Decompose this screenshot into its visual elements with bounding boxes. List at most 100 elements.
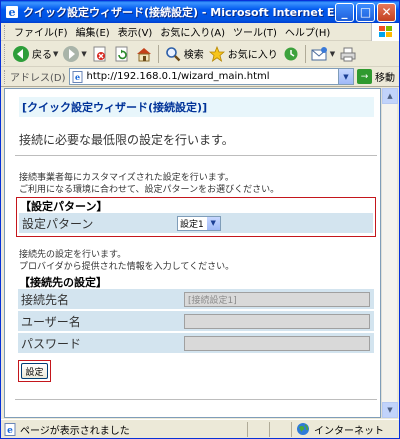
favorites-button[interactable]: お気に入り	[206, 43, 280, 65]
minimize-button[interactable]: _	[335, 2, 354, 22]
search-icon	[164, 45, 182, 63]
print-button[interactable]	[337, 43, 359, 65]
print-icon	[339, 45, 357, 63]
close-icon: ✕	[381, 5, 392, 19]
menu-bar: ファイル(F) 編集(E) 表示(V) お気に入り(A) ツール(T) ヘルプ(…	[1, 22, 399, 41]
ie-icon: e	[6, 6, 18, 19]
username-label: ユーザー名	[21, 314, 81, 329]
password-field[interactable]	[184, 335, 370, 351]
menubar-grip[interactable]	[4, 24, 7, 39]
mail-icon	[311, 45, 329, 63]
back-dropdown-icon[interactable]: ▼	[53, 50, 58, 58]
history-icon	[282, 45, 300, 63]
page-icon: e	[72, 70, 83, 83]
menu-edit[interactable]: 編集(E)	[72, 24, 114, 39]
divider-bottom	[15, 399, 377, 400]
pattern-select[interactable]: 設定1 ▼	[177, 215, 221, 231]
svg-text:e: e	[74, 72, 79, 82]
menu-favorites[interactable]: お気に入り(A)	[156, 24, 229, 39]
minimize-icon: _	[341, 5, 348, 19]
address-dropdown-icon[interactable]: ▼	[338, 69, 353, 84]
form-row-password: パスワード	[18, 333, 374, 353]
status-cell-2	[269, 421, 291, 437]
pattern-label: 設定パターン	[22, 216, 94, 231]
menu-view[interactable]: 表示(V)	[114, 24, 157, 39]
pattern-description: 接続事業者毎にカスタマイズされた設定を行います。 ご利用になる環境に合わせて、設…	[19, 172, 279, 196]
page-content: [クイック設定ウィザード(接続設定)] 接続に必要な最低限の設定を行います。 接…	[4, 88, 381, 418]
addressbar-grip[interactable]	[4, 69, 7, 84]
status-cell	[247, 421, 269, 437]
star-icon	[208, 45, 226, 63]
title-bar[interactable]: e クイック設定ウィザード(接続設定) - Microsoft Internet…	[1, 1, 399, 23]
window-title: クイック設定ウィザード(接続設定) - Microsoft Internet E…	[23, 6, 335, 19]
maximize-button[interactable]: □	[356, 2, 375, 22]
forward-button[interactable]: ▼	[60, 43, 88, 65]
page-subtitle: 接続に必要な最低限の設定を行います。	[19, 133, 234, 147]
forward-dropdown-icon[interactable]: ▼	[81, 50, 86, 58]
username-field[interactable]	[184, 313, 370, 329]
refresh-icon	[113, 45, 131, 63]
form-row-username: ユーザー名	[18, 311, 374, 331]
submit-button[interactable]: 設定	[21, 363, 48, 379]
scroll-up-icon[interactable]: ▲	[382, 88, 398, 104]
maximize-icon: □	[359, 5, 372, 19]
favorites-label: お気に入り	[227, 50, 278, 61]
connection-description-line1: 接続先の設定を行います。	[19, 250, 127, 260]
refresh-button[interactable]	[111, 43, 133, 65]
back-arrow-icon	[12, 45, 30, 63]
pattern-highlight-box: 【設定パターン】 設定パターン 設定1 ▼	[16, 197, 376, 237]
chevron-down-icon[interactable]: ▼	[206, 216, 220, 230]
search-label: 検索	[183, 50, 204, 61]
svg-text:e: e	[9, 6, 16, 19]
security-zone: インターネット	[291, 421, 399, 437]
windows-logo-icon	[371, 22, 399, 41]
pattern-section-title: 【設定パターン】	[20, 199, 108, 213]
go-button[interactable]: → 移動	[357, 69, 395, 84]
pattern-description-line2: ご利用になる環境に合わせて、設定パターンをお選びください。	[19, 185, 280, 195]
search-button[interactable]: 検索	[162, 43, 206, 65]
home-icon	[135, 45, 153, 63]
connection-name-label: 接続先名	[21, 292, 70, 307]
divider-top	[15, 155, 377, 156]
page-status-icon: e	[4, 422, 16, 436]
status-text: ページが表示されました	[20, 425, 130, 437]
connection-description-line2: プロバイダから提供された情報を入力してください。	[19, 262, 235, 272]
pattern-description-line1: 接続事業者毎にカスタマイズされた設定を行います。	[19, 173, 234, 183]
connection-name-field[interactable]: [接続設定1]	[184, 291, 370, 307]
history-button[interactable]	[280, 43, 302, 65]
svg-text:e: e	[7, 426, 13, 436]
menu-help[interactable]: ヘルプ(H)	[281, 24, 334, 39]
vertical-scrollbar[interactable]: ▲ ▼	[381, 88, 398, 418]
forward-arrow-icon	[62, 45, 80, 63]
submit-highlight-box: 設定	[18, 360, 51, 382]
close-button[interactable]: ✕	[377, 2, 396, 22]
zone-label: インターネット	[314, 425, 384, 437]
address-label: アドレス(D)	[10, 73, 66, 84]
status-bar: e ページが表示されました インターネット	[1, 419, 399, 438]
mail-dropdown-icon[interactable]: ▼	[330, 50, 335, 58]
connection-description: 接続先の設定を行います。 プロバイダから提供された情報を入力してください。	[19, 249, 234, 273]
stop-button[interactable]	[89, 43, 111, 65]
back-button[interactable]: 戻る ▼	[10, 43, 60, 65]
stop-icon	[91, 45, 109, 63]
home-button[interactable]	[133, 43, 155, 65]
address-url[interactable]: http://192.168.0.1/wizard_main.html	[87, 71, 338, 82]
password-label: パスワード	[21, 336, 82, 351]
form-row-connection-name: 接続先名 [接続設定1]	[18, 289, 374, 309]
go-arrow-icon: →	[357, 69, 372, 84]
toolbar-separator-2	[304, 44, 306, 63]
connection-section-title: 【接続先の設定】	[19, 276, 107, 289]
toolbar: 戻る ▼ ▼ 検索 お気に入り ▼	[1, 41, 399, 67]
menu-file[interactable]: ファイル(F)	[10, 24, 72, 39]
address-input[interactable]: e http://192.168.0.1/wizard_main.html ▼	[68, 68, 354, 85]
go-label: 移動	[375, 73, 395, 84]
scroll-down-icon[interactable]: ▼	[382, 402, 398, 418]
toolbar-separator	[157, 44, 159, 63]
menu-tools[interactable]: ツール(T)	[229, 24, 281, 39]
mail-button[interactable]: ▼	[309, 43, 337, 65]
page-title: [クイック設定ウィザード(接続設定)]	[19, 97, 374, 117]
connection-form: 接続先名 [接続設定1] ユーザー名 パスワード	[18, 289, 374, 355]
back-label: 戻る	[32, 50, 52, 61]
toolbar-grip[interactable]	[4, 43, 7, 64]
browser-window: e クイック設定ウィザード(接続設定) - Microsoft Internet…	[0, 0, 400, 439]
